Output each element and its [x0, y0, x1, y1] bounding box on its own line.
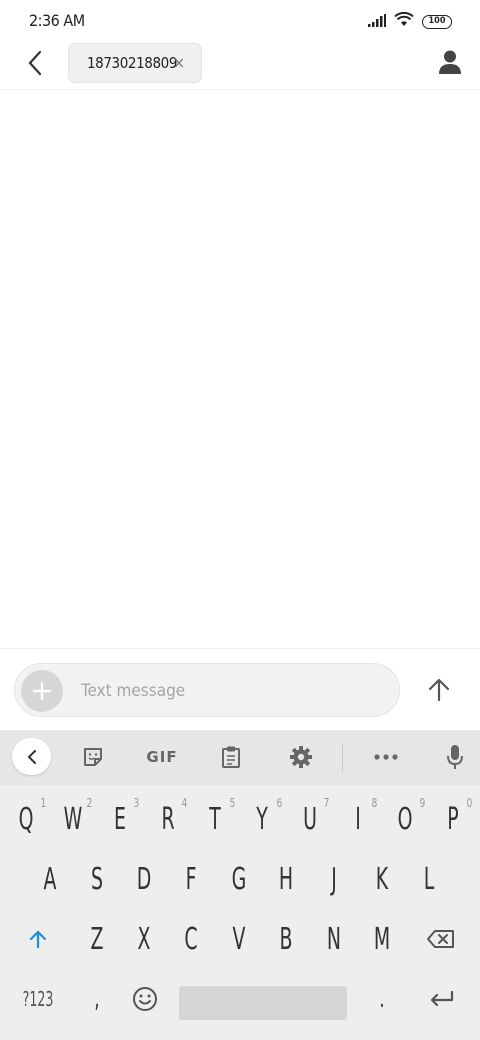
key-l[interactable]: L: [417, 850, 441, 908]
key-u[interactable]: U: [298, 790, 322, 848]
key-m[interactable]: M: [370, 910, 394, 968]
key-y[interactable]: Y: [250, 790, 274, 848]
key-v[interactable]: V: [227, 910, 251, 968]
arrow-up-icon: [428, 678, 450, 702]
battery-indicator: 100: [422, 14, 452, 29]
key-q[interactable]: Q: [14, 790, 38, 848]
key-hint: 3: [133, 796, 140, 810]
key-c[interactable]: C: [179, 910, 203, 968]
key-hint: 8: [371, 796, 378, 810]
key-hint: 4: [181, 796, 188, 810]
clipboard-icon: [222, 746, 240, 768]
backspace-key[interactable]: [420, 910, 462, 968]
emoji-icon: [133, 987, 157, 1011]
shift-key[interactable]: [18, 910, 58, 968]
key-w[interactable]: W: [61, 790, 85, 848]
send-button[interactable]: [422, 673, 456, 707]
space-key[interactable]: [179, 986, 347, 1020]
key-n[interactable]: N: [322, 910, 346, 968]
shift-arrow-icon: [29, 930, 47, 949]
gif-label: GIF: [146, 748, 178, 766]
key-e[interactable]: E: [108, 790, 132, 848]
remove-recipient-button[interactable]: ×: [173, 54, 185, 72]
conversation-header: 18730218809 ×: [0, 40, 480, 90]
person-icon: [439, 50, 461, 74]
status-icons: 100: [368, 11, 452, 31]
key-hint: 5: [229, 796, 236, 810]
recipient-number: 18730218809: [87, 54, 178, 72]
wifi-icon: [394, 11, 414, 31]
sticker-icon: [84, 748, 102, 766]
keyboard: GIF 1 Q 2 W 3 E 4 R 5 T 6 Y 7 U 8 I 9 O: [0, 730, 480, 1040]
key-h[interactable]: H: [274, 850, 298, 908]
toolbar-divider: [342, 744, 343, 772]
gif-button[interactable]: GIF: [143, 740, 181, 774]
status-time: 2:36 AM: [29, 11, 85, 30]
key-i[interactable]: I: [346, 790, 370, 848]
key-o[interactable]: O: [393, 790, 417, 848]
key-row-1: 1 Q 2 W 3 E 4 R 5 T 6 Y 7 U 8 I 9 O 0 P: [0, 790, 480, 848]
chevron-left-icon: [27, 749, 36, 764]
key-row-2: A S D F G H J K L: [0, 850, 480, 908]
key-d[interactable]: D: [132, 850, 156, 908]
key-j[interactable]: J: [322, 850, 346, 908]
key-hint: 0: [466, 796, 473, 810]
period-key[interactable]: .: [370, 970, 394, 1028]
keyboard-toolbar: GIF: [0, 730, 480, 785]
keyboard-settings-button[interactable]: [284, 740, 318, 774]
backspace-icon: [427, 930, 454, 948]
enter-icon: [430, 990, 454, 1007]
key-hint: 1: [40, 796, 47, 810]
key-hint: 2: [86, 796, 93, 810]
key-hint: 6: [276, 796, 283, 810]
comma-key[interactable]: ,: [85, 970, 109, 1028]
key-hint: 9: [419, 796, 426, 810]
emoji-key[interactable]: [126, 970, 164, 1028]
keyboard-collapse-button[interactable]: [12, 738, 51, 775]
key-t[interactable]: T: [203, 790, 227, 848]
voice-input-button[interactable]: [438, 740, 472, 774]
message-thread: [0, 91, 480, 648]
key-p[interactable]: P: [441, 790, 465, 848]
more-button[interactable]: [369, 740, 403, 774]
compose-bar: [0, 648, 480, 730]
key-s[interactable]: S: [85, 850, 109, 908]
symbols-key[interactable]: ?123: [20, 970, 56, 1028]
key-k[interactable]: K: [370, 850, 394, 908]
sticker-button[interactable]: [76, 740, 110, 774]
contact-button[interactable]: [438, 49, 464, 77]
message-field: [14, 663, 400, 717]
message-input[interactable]: [81, 676, 381, 706]
status-bar: 2:36 AM 100: [0, 0, 480, 44]
key-z[interactable]: Z: [85, 910, 109, 968]
back-button[interactable]: [20, 48, 50, 78]
key-row-3: Z X C V B N M: [0, 910, 480, 968]
attach-button[interactable]: [21, 670, 63, 712]
enter-key[interactable]: [422, 970, 462, 1028]
key-hint: 7: [323, 796, 330, 810]
recipient-chip[interactable]: 18730218809 ×: [68, 43, 202, 83]
chevron-left-icon: [28, 50, 42, 76]
microphone-icon: [447, 745, 463, 769]
gear-icon: [290, 746, 312, 768]
key-r[interactable]: R: [156, 790, 180, 848]
clipboard-button[interactable]: [214, 740, 248, 774]
key-f[interactable]: F: [179, 850, 203, 908]
plus-icon: [32, 681, 52, 701]
key-b[interactable]: B: [274, 910, 298, 968]
signal-bars-icon: [368, 12, 386, 31]
key-a[interactable]: A: [38, 850, 62, 908]
more-dots-icon: [374, 754, 398, 760]
key-g[interactable]: G: [227, 850, 251, 908]
key-x[interactable]: X: [132, 910, 156, 968]
